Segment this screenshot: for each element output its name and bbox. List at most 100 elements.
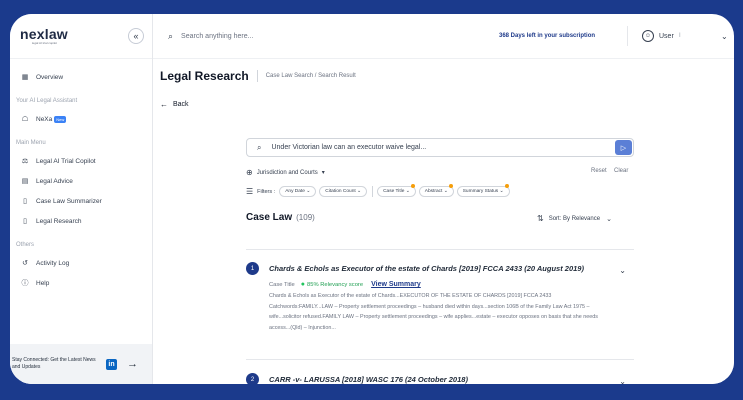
result-title[interactable]: Chards & Echols as Executor of the estat… xyxy=(269,264,584,273)
sort-icon: ⇅ xyxy=(537,214,544,223)
send-icon: ▷ xyxy=(620,144,627,152)
arrow-left-icon: ← xyxy=(160,100,168,109)
results-count: (109) xyxy=(296,213,315,222)
document-icon: ▯ xyxy=(23,218,27,225)
send-button[interactable]: ▷ xyxy=(615,140,632,155)
chip-label: Case Title xyxy=(383,189,405,194)
global-search-input[interactable]: Search anything here... xyxy=(181,33,481,40)
document-icon: ▯ xyxy=(23,198,27,205)
divider xyxy=(246,359,634,360)
globe-icon: ⊕ xyxy=(246,168,253,177)
topbar-divider xyxy=(627,26,628,46)
results-title: Case Law xyxy=(246,212,293,223)
gavel-icon: ⚖ xyxy=(21,158,29,165)
brand-name: nexlaw xyxy=(20,26,68,42)
jurisdiction-dropdown[interactable]: ⊕ Jurisdiction and Courts ▾ xyxy=(246,168,325,177)
section-label-assistant: Your AI Legal Assistant xyxy=(16,98,78,104)
breadcrumb: Case Law Search / Search Result xyxy=(256,70,356,82)
subscription-status: 368 Days left in your subscription xyxy=(499,33,596,39)
expand-chevron-icon[interactable]: ⌄ xyxy=(619,266,626,275)
results-heading: Case Law (109) xyxy=(246,212,315,223)
sidebar-item-activity-log[interactable]: ↺ Activity Log xyxy=(10,253,152,273)
expand-chevron-icon[interactable]: ⌄ xyxy=(619,377,626,384)
collapse-sidebar-button[interactable]: « xyxy=(128,28,144,44)
search-results-card: ⌕ Under Victorian law can an executor wa… xyxy=(232,122,656,384)
sidebar-item-label: Help xyxy=(36,279,50,287)
relevancy-score: 85% Relevancy score xyxy=(307,281,364,288)
sort-dropdown[interactable]: ⇅ Sort: By Relevance ⌄ xyxy=(537,214,612,223)
back-label: Back xyxy=(173,101,189,108)
sidebar-item-label: Activity Log xyxy=(36,259,70,267)
section-label-main-menu: Main Menu xyxy=(16,140,46,146)
result-header: 2 CARR -v- LARUSSA [2018] WASC 176 (24 O… xyxy=(246,373,634,384)
notebook-icon: ▤ xyxy=(21,178,29,185)
grid-icon: ▦ xyxy=(21,74,29,81)
filter-summary-status[interactable]: Summary Status ⌄ xyxy=(456,184,510,197)
chevron-down-icon[interactable]: ⌄ xyxy=(721,32,728,41)
sidebar-item-help[interactable]: ⓘ Help xyxy=(10,273,152,293)
sidebar-item-trial-copilot[interactable]: ⚖ Legal AI Trial Copilot xyxy=(10,151,152,171)
sidebar-item-overview[interactable]: ▦ Overview xyxy=(10,67,152,87)
divider xyxy=(246,249,634,250)
sidebar-item-label: Case Law Summarizer xyxy=(36,197,102,205)
app-window: nexlaw legal AI trial copilot « ▦ Overvi… xyxy=(10,14,734,384)
stay-connected-box: Stay Connected: Get the Latest News and … xyxy=(10,344,152,384)
search-icon: ⌕ xyxy=(257,142,262,152)
query-input[interactable]: ⌕ Under Victorian law can an executor wa… xyxy=(246,138,634,157)
result-number: 2 xyxy=(246,373,259,384)
arrow-right-icon[interactable]: → xyxy=(127,358,138,370)
sidebar-item-legal-advice[interactable]: ▤ Legal Advice xyxy=(10,171,152,191)
brand-logo[interactable]: nexlaw legal AI trial copilot xyxy=(20,27,68,45)
sidebar-item-legal-research[interactable]: ▯ Legal Research xyxy=(10,211,152,231)
filter-any-date[interactable]: Any Date ⌄ xyxy=(279,186,317,197)
chip-label: Summary Status xyxy=(462,189,499,194)
active-filter-dot xyxy=(504,184,509,188)
search-icon: ⌕ xyxy=(168,30,174,41)
page-header: Legal Research Case Law Search / Search … xyxy=(160,69,356,83)
user-separator: I xyxy=(679,33,681,39)
filter-citation-count[interactable]: Citation Count ⌄ xyxy=(319,186,368,197)
double-chevron-left-icon: « xyxy=(133,31,139,41)
sidebar-item-label: Overview xyxy=(36,73,64,81)
clear-button[interactable]: Clear xyxy=(614,168,628,174)
linkedin-icon[interactable]: in xyxy=(106,358,117,370)
sidebar-item-label: Legal Advice xyxy=(36,177,73,185)
chip-label: Any Date xyxy=(285,189,305,194)
result-header: 1 Chards & Echols as Executor of the est… xyxy=(246,262,634,275)
active-filter-dot xyxy=(410,184,415,188)
view-summary-link[interactable]: View Summary xyxy=(371,281,421,288)
filters-row: ☰ Filters : Any Date ⌄ Citation Count ⌄ … xyxy=(246,184,513,197)
reset-button[interactable]: Reset xyxy=(591,168,607,174)
result-meta: Case Title ● 85% Relevancy score View Su… xyxy=(269,281,634,288)
sidebar: nexlaw legal AI trial copilot « ▦ Overvi… xyxy=(10,14,153,384)
jurisdiction-label: Jurisdiction and Courts xyxy=(256,169,318,176)
result-excerpt: Chards & Echols as Executor of the estat… xyxy=(269,293,598,331)
filter-case-title[interactable]: Case Title ⌄ xyxy=(377,184,416,197)
caret-down-icon: ▾ xyxy=(321,170,325,176)
sidebar-item-case-law-summarizer[interactable]: ▯ Case Law Summarizer xyxy=(10,191,152,211)
chip-label: Abstract xyxy=(424,189,443,194)
result-item[interactable]: 1 Chards & Echols as Executor of the est… xyxy=(246,262,634,333)
case-title-label: Case Title xyxy=(269,281,295,288)
help-icon: ⓘ xyxy=(21,280,29,287)
active-filter-dot xyxy=(448,184,453,188)
sidebar-item-nexa[interactable]: ☖ NeXa New xyxy=(10,109,152,129)
check-circle-icon: ● xyxy=(300,281,306,288)
history-icon: ↺ xyxy=(22,260,28,267)
query-text[interactable]: Under Victorian law can an executor waiv… xyxy=(271,144,426,151)
result-title[interactable]: CARR -v- LARUSSA [2018] WASC 176 (24 Oct… xyxy=(269,375,468,384)
sort-label: Sort: By Relevance xyxy=(548,215,601,222)
stay-connected-text: Stay Connected: Get the Latest News and … xyxy=(12,357,96,370)
sidebar-item-label: Legal Research xyxy=(36,217,82,225)
sidebar-item-label: NeXa xyxy=(36,115,53,123)
user-name[interactable]: User xyxy=(659,33,674,40)
page-title: Legal Research xyxy=(160,69,249,83)
user-avatar-icon[interactable]: ☺ xyxy=(642,30,654,42)
logo-row: nexlaw legal AI trial copilot « xyxy=(10,14,152,59)
section-label-others: Others xyxy=(16,242,35,248)
filter-abstract[interactable]: Abstract ⌄ xyxy=(418,184,454,197)
back-button[interactable]: ← Back xyxy=(160,100,189,109)
result-item[interactable]: 2 CARR -v- LARUSSA [2018] WASC 176 (24 O… xyxy=(246,373,634,384)
robot-icon: ☖ xyxy=(21,116,29,123)
sidebar-item-label: Legal AI Trial Copilot xyxy=(36,157,96,165)
